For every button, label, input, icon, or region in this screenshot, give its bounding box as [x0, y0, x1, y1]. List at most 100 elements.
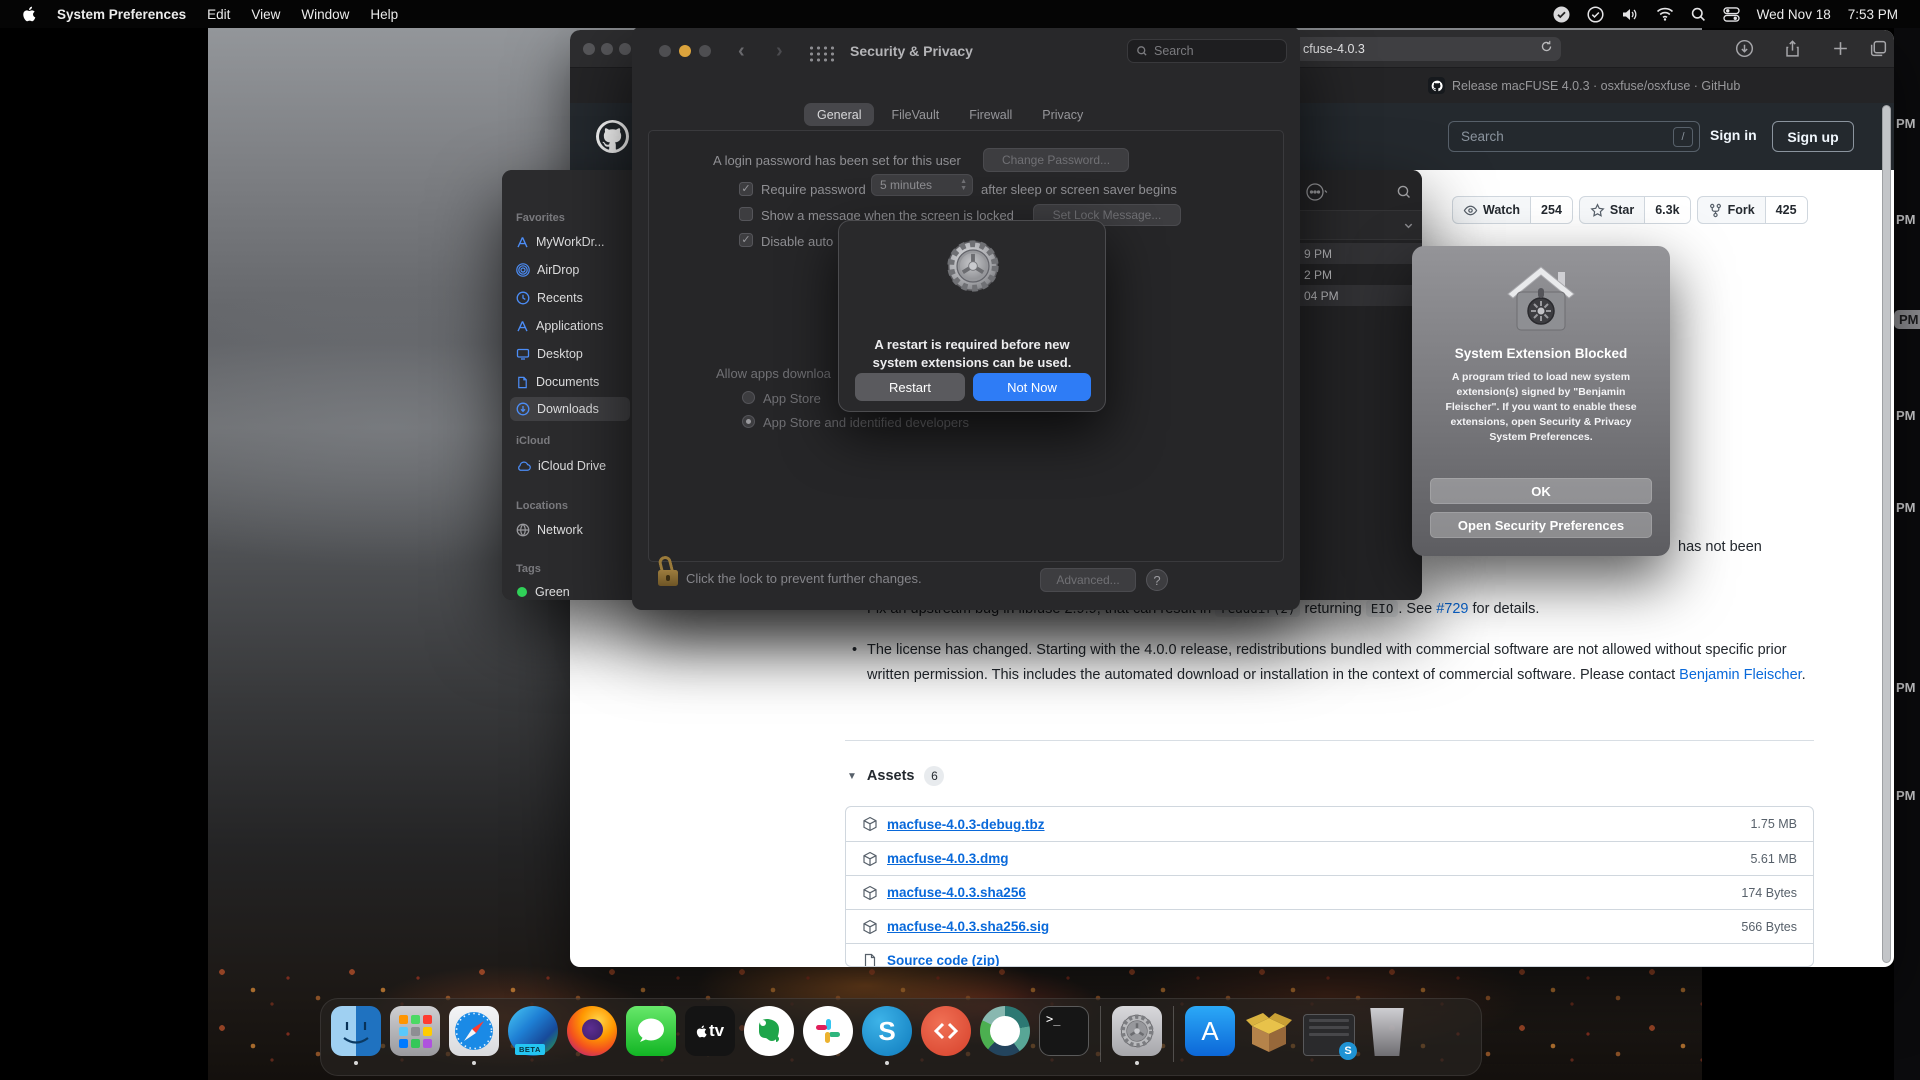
- active-app-menu[interactable]: System Preferences: [57, 7, 186, 22]
- fork-button[interactable]: Fork 425: [1697, 196, 1808, 224]
- dock-finder[interactable]: [331, 1006, 381, 1056]
- back-icon[interactable]: ‹: [738, 40, 745, 62]
- list-item[interactable]: PM: [1894, 310, 1920, 329]
- asset-link[interactable]: macfuse-4.0.3-debug.tbz: [887, 817, 1045, 832]
- dock-edge-beta[interactable]: BETA: [508, 1006, 558, 1056]
- sidebar-item-recents[interactable]: Recents: [510, 286, 630, 310]
- unlocked-padlock-icon[interactable]: [658, 556, 680, 592]
- tabs-overview-icon[interactable]: [1869, 39, 1889, 59]
- zoom-button[interactable]: [619, 43, 631, 55]
- dock-remote-desktop[interactable]: [921, 1006, 971, 1056]
- dock-minimized-window[interactable]: S: [1303, 1006, 1353, 1056]
- dock-vpn-client[interactable]: [980, 1006, 1030, 1056]
- advanced-button[interactable]: Advanced...: [1040, 568, 1136, 592]
- list-item[interactable]: PM: [1896, 116, 1916, 131]
- close-button[interactable]: [583, 43, 595, 55]
- dock-safari[interactable]: [449, 1006, 499, 1056]
- search-icon[interactable]: [1396, 184, 1412, 200]
- list-item[interactable]: PM: [1896, 408, 1916, 423]
- sidebar-item-desktop[interactable]: Desktop: [510, 342, 630, 366]
- reload-icon[interactable]: [1540, 40, 1553, 58]
- tab-firewall[interactable]: Firewall: [956, 103, 1025, 126]
- file-row[interactable]: 2 PM: [1300, 264, 1422, 285]
- dock-launchpad[interactable]: [390, 1006, 440, 1056]
- list-column-header[interactable]: [1300, 210, 1422, 240]
- dock-firefox[interactable]: [567, 1006, 617, 1056]
- assets-header[interactable]: ▼ Assets 6: [847, 766, 944, 786]
- menu-bar-clock[interactable]: 7:53 PM: [1848, 7, 1898, 22]
- menu-bar-date[interactable]: Wed Nov 18: [1757, 7, 1831, 22]
- scrollbar[interactable]: [1882, 105, 1891, 963]
- minimize-button[interactable]: [601, 43, 613, 55]
- file-row[interactable]: 04 PM: [1300, 285, 1422, 306]
- dock-apple-tv[interactable]: tv: [685, 1006, 735, 1056]
- check-circle-icon[interactable]: [1553, 6, 1570, 23]
- asset-link[interactable]: Source code (zip): [887, 953, 1000, 967]
- require-password-delay-dropdown[interactable]: 5 minutes ▲▼: [871, 174, 973, 196]
- collapse-triangle-icon[interactable]: ▼: [847, 771, 857, 782]
- control-center-icon[interactable]: [1723, 7, 1740, 22]
- sidebar-item-tag-green[interactable]: Green: [510, 580, 630, 600]
- asset-link[interactable]: macfuse-4.0.3.sha256: [887, 885, 1026, 900]
- minimize-button[interactable]: [679, 45, 691, 57]
- share-icon[interactable]: [1783, 39, 1803, 59]
- dock-installer-package[interactable]: [1244, 1006, 1294, 1056]
- menu-window[interactable]: Window: [301, 7, 349, 22]
- list-item[interactable]: PM: [1896, 788, 1916, 803]
- asset-link[interactable]: macfuse-4.0.3.sha256.sig: [887, 919, 1049, 934]
- shield-check-icon[interactable]: [1587, 6, 1604, 23]
- tab-filevault[interactable]: FileVault: [878, 103, 952, 126]
- app-store-radio[interactable]: [742, 391, 755, 404]
- downloads-icon[interactable]: [1735, 39, 1755, 59]
- require-password-checkbox[interactable]: ✓: [739, 182, 753, 196]
- change-password-button[interactable]: Change Password...: [983, 148, 1129, 172]
- address-bar[interactable]: cfuse-4.0.3: [1293, 37, 1561, 61]
- sign-in-link[interactable]: Sign in: [1710, 127, 1757, 143]
- menu-edit[interactable]: Edit: [207, 7, 230, 22]
- help-button[interactable]: ?: [1146, 569, 1168, 591]
- preferences-search-input[interactable]: Search: [1127, 39, 1287, 63]
- app-store-identified-radio[interactable]: [742, 415, 755, 428]
- dock-skype[interactable]: S: [862, 1006, 912, 1056]
- sidebar-item-downloads[interactable]: Downloads: [510, 397, 630, 421]
- tab-privacy[interactable]: Privacy: [1029, 103, 1096, 126]
- more-actions-icon[interactable]: [1304, 180, 1328, 204]
- list-item[interactable]: PM: [1896, 500, 1916, 515]
- dock-messages[interactable]: [626, 1006, 676, 1056]
- issue-link[interactable]: #729: [1436, 601, 1468, 617]
- sidebar-item-network[interactable]: Network: [510, 518, 630, 542]
- sidebar-item-documents[interactable]: Documents: [510, 370, 630, 394]
- sidebar-item-airdrop[interactable]: AirDrop: [510, 258, 630, 282]
- forward-icon[interactable]: ›: [776, 40, 783, 62]
- menu-help[interactable]: Help: [370, 7, 398, 22]
- wifi-icon[interactable]: [1656, 7, 1674, 21]
- menu-view[interactable]: View: [251, 7, 280, 22]
- contact-link[interactable]: Benjamin Fleischer: [1679, 667, 1802, 683]
- dock-terminal[interactable]: >_: [1039, 1006, 1089, 1056]
- new-tab-icon[interactable]: [1831, 39, 1851, 59]
- ok-button[interactable]: OK: [1430, 478, 1652, 504]
- github-logo-icon[interactable]: [596, 120, 629, 153]
- file-row[interactable]: 9 PM: [1300, 243, 1422, 264]
- not-now-button[interactable]: Not Now: [973, 373, 1091, 401]
- sidebar-item-icloud-drive[interactable]: iCloud Drive: [510, 454, 630, 478]
- show-all-grid-icon[interactable]: [808, 45, 834, 62]
- watch-button[interactable]: Watch 254: [1452, 196, 1573, 224]
- volume-icon[interactable]: [1621, 7, 1639, 22]
- sign-up-button[interactable]: Sign up: [1772, 121, 1854, 152]
- star-button[interactable]: Star 6.3k: [1579, 196, 1691, 224]
- list-item[interactable]: PM: [1896, 212, 1916, 227]
- list-item[interactable]: PM: [1896, 680, 1916, 695]
- dock-evernote[interactable]: [744, 1006, 794, 1056]
- sidebar-item-applications[interactable]: Applications: [510, 314, 630, 338]
- dock-system-preferences[interactable]: [1112, 1006, 1162, 1056]
- apple-menu-icon[interactable]: [22, 6, 36, 22]
- dock-app-store[interactable]: A: [1185, 1006, 1235, 1056]
- dock-trash[interactable]: [1362, 1006, 1412, 1056]
- close-button[interactable]: [659, 45, 671, 57]
- github-search-input[interactable]: Search /: [1448, 121, 1700, 152]
- sidebar-item-myworkdrive[interactable]: MyWorkDr...: [510, 230, 630, 254]
- spotlight-icon[interactable]: [1691, 7, 1706, 22]
- zoom-button[interactable]: [699, 45, 711, 57]
- show-message-checkbox[interactable]: [739, 207, 753, 221]
